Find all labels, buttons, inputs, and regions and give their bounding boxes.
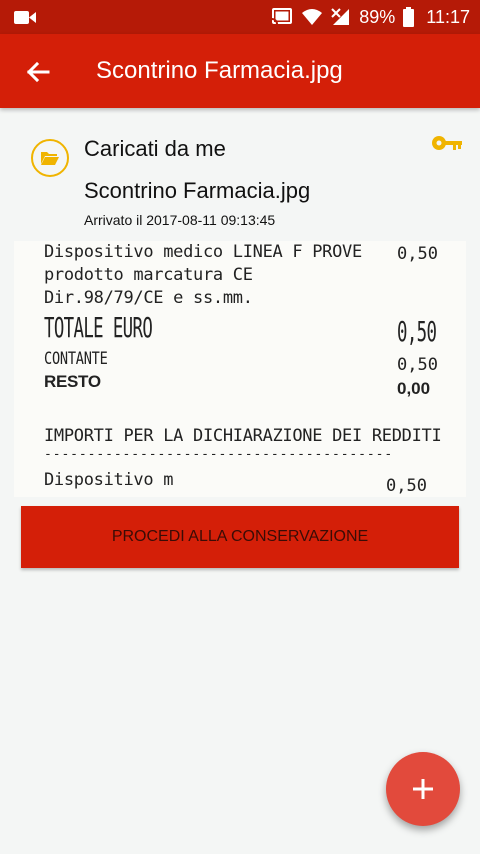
- app-bar: Scontrino Farmacia.jpg: [0, 34, 480, 108]
- receipt-line-1: Dispositivo medico LINEA F PROVE: [44, 242, 362, 262]
- receipt-line-2: prodotto marcatura CE: [44, 265, 253, 285]
- page-title: Scontrino Farmacia.jpg: [96, 57, 343, 84]
- add-fab-button[interactable]: [386, 752, 460, 826]
- proceed-to-storage-button[interactable]: PROCEDI ALLA CONSERVAZIONE: [21, 506, 459, 568]
- signal-icon: [331, 8, 350, 25]
- cast-icon: [272, 8, 293, 25]
- battery-percentage: 89%: [359, 6, 396, 27]
- key-icon[interactable]: [431, 134, 463, 152]
- receipt-item-value: 0,50: [386, 476, 427, 496]
- receipt-change-label: RESTO: [44, 372, 101, 391]
- file-origin: Caricati da me: [84, 136, 226, 161]
- battery-icon: [403, 7, 415, 27]
- clock: 11:17: [426, 6, 470, 27]
- receipt-tax-header: IMPORTI PER LA DICHIARAZIONE DEI REDDITI: [44, 426, 442, 446]
- folder-open-icon: [41, 152, 59, 165]
- folder-badge: [31, 139, 69, 177]
- receipt-total-label: TOTALE EURO: [44, 311, 153, 344]
- video-camera-icon: [14, 11, 36, 24]
- status-bar: 89% 11:17: [0, 0, 480, 34]
- receipt-change-value: 0,00: [397, 379, 431, 398]
- receipt-line-1-value: 0,50: [397, 244, 438, 264]
- arrival-date: Arrivato il 2017-08-11 09:13:45: [84, 212, 276, 228]
- file-name: Scontrino Farmacia.jpg: [84, 178, 311, 203]
- receipt-separator: ----------------------------------------: [44, 447, 394, 462]
- receipt-image[interactable]: Dispositivo medico LINEA F PROVE 0,50 pr…: [14, 241, 466, 497]
- receipt-cash-label: CONTANTE: [44, 349, 108, 369]
- receipt-cash-value: 0,50: [397, 355, 438, 375]
- add-icon: [413, 779, 433, 799]
- receipt-item-label: Dispositivo m: [44, 470, 174, 490]
- receipt-total-value: 0,50: [397, 315, 437, 348]
- wifi-icon: [302, 9, 323, 25]
- arrow-back-icon[interactable]: [22, 56, 54, 88]
- receipt-line-3: Dir.98/79/CE e ss.mm.: [44, 288, 253, 308]
